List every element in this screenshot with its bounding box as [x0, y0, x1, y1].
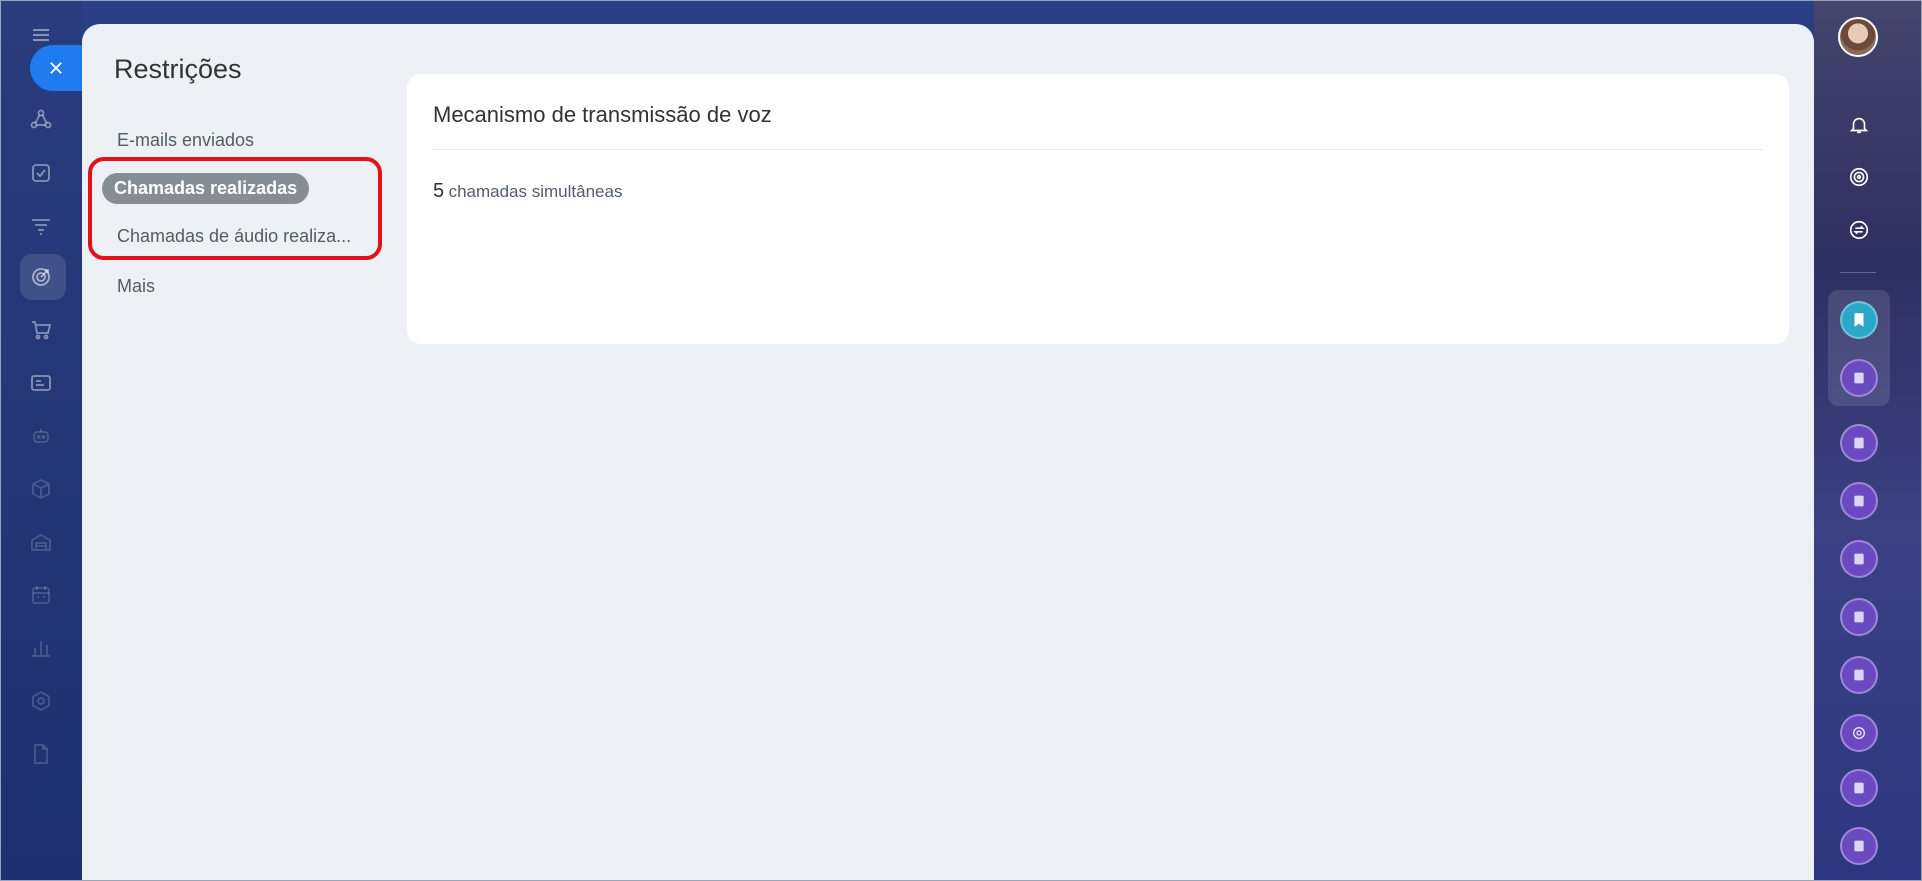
page-title: Restrições [114, 54, 242, 84]
warehouse-icon[interactable] [26, 527, 56, 557]
app-icon[interactable] [1840, 714, 1878, 752]
card-icon[interactable] [26, 368, 56, 398]
close-icon [50, 62, 62, 74]
tasks-icon[interactable] [26, 158, 56, 188]
restrictions-panel: Restrições E-mails enviados Chamadas rea… [82, 24, 1814, 881]
spiral-icon[interactable] [1843, 161, 1875, 193]
app-icon[interactable] [1840, 598, 1878, 636]
hexagon-icon[interactable] [26, 686, 56, 716]
cart-icon[interactable] [26, 315, 56, 345]
document-icon[interactable] [26, 739, 56, 769]
menu-item-more[interactable]: Mais [117, 276, 155, 297]
right-rail-divider [1840, 272, 1876, 273]
menu-item-emails-sent[interactable]: E-mails enviados [117, 130, 254, 151]
limit-value: 5 [433, 180, 445, 202]
avatar[interactable] [1838, 17, 1878, 57]
app-icon[interactable] [1840, 540, 1878, 578]
funnel-icon[interactable] [26, 211, 56, 241]
bar-chart-icon[interactable] [26, 633, 56, 663]
left-nav-rail [0, 0, 82, 881]
target-icon[interactable] [26, 262, 56, 292]
app-icon[interactable] [1840, 424, 1878, 462]
simultaneous-calls-limit: 5 chamadas simultâneas [433, 180, 622, 203]
app-icon[interactable] [1840, 769, 1878, 807]
bookmark-icon[interactable] [1840, 301, 1878, 339]
chat-swap-icon[interactable] [1843, 214, 1875, 246]
app-icon[interactable] [1840, 656, 1878, 694]
card-divider [433, 149, 1763, 150]
app-icon[interactable] [1840, 359, 1878, 397]
app-icon[interactable] [1840, 827, 1878, 865]
close-button[interactable] [30, 45, 82, 91]
bell-icon[interactable] [1843, 109, 1875, 141]
card-title: Mecanismo de transmissão de voz [433, 102, 772, 127]
calendar-icon[interactable] [26, 580, 56, 610]
highlight-annotation [88, 157, 382, 260]
limit-unit: chamadas simultâneas [448, 182, 623, 201]
box-icon[interactable] [26, 474, 56, 504]
app-icon[interactable] [1840, 482, 1878, 520]
robot-icon[interactable] [26, 421, 56, 451]
voice-transmission-card: Mecanismo de transmissão de voz 5 chamad… [407, 74, 1789, 344]
connections-icon[interactable] [26, 105, 56, 135]
